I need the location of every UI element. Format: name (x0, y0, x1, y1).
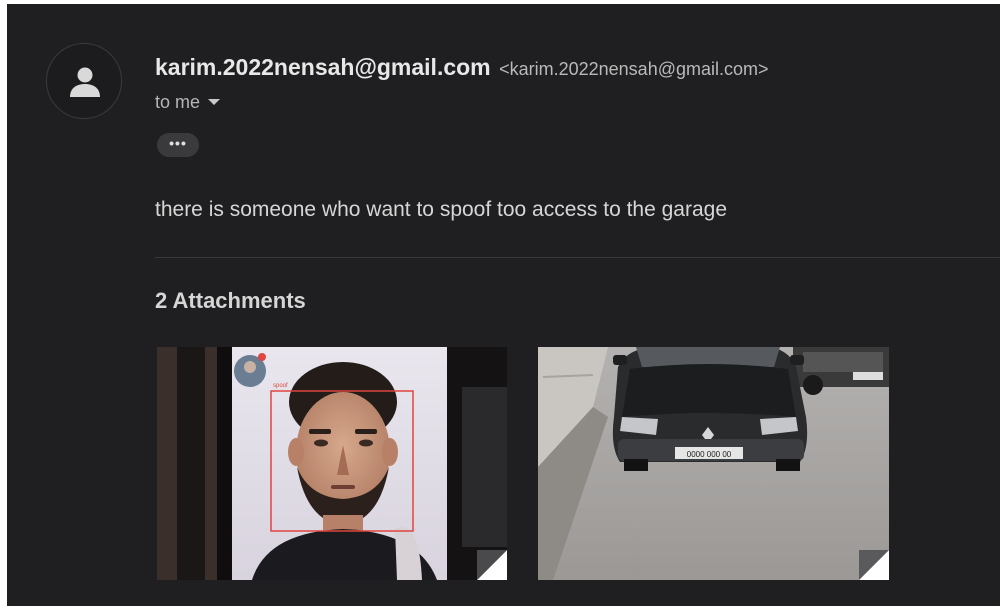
caret-down-icon (208, 99, 221, 106)
email-view: karim.2022nensah@gmail.com <karim.2022ne… (7, 4, 1000, 606)
spoof-label: spoof (273, 383, 288, 389)
sender-line: karim.2022nensah@gmail.com <karim.2022ne… (155, 54, 769, 81)
recipient-label: to me (155, 92, 201, 112)
person-icon (70, 67, 100, 97)
attachment-car-photo[interactable]: 0000 000 00 (538, 347, 889, 580)
attachments-heading: 2 Attachments (155, 288, 306, 313)
car-photo-thumbnail-image: 0000 000 00 (538, 347, 889, 580)
divider (155, 257, 1000, 258)
plate-text: 0000 000 00 (687, 450, 732, 459)
show-trimmed-content-button[interactable]: ••• (157, 133, 199, 157)
message-body: there is someone who want to spoof too a… (155, 198, 728, 221)
sender-email: <karim.2022nensah@gmail.com> (499, 59, 769, 79)
sender-avatar[interactable] (46, 43, 122, 119)
sender-name[interactable]: karim.2022nensah@gmail.com (155, 54, 491, 80)
attachment-face-photo[interactable]: spoof (157, 347, 507, 580)
recipient-dropdown[interactable]: to me (155, 92, 221, 113)
face-photo-thumbnail-image: spoof (157, 347, 507, 580)
